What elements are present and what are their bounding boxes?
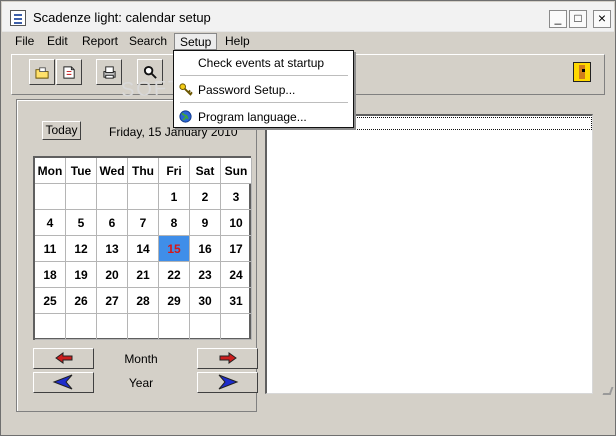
calendar-day[interactable]: 10 xyxy=(221,210,252,236)
calendar-empty-cell xyxy=(159,314,190,340)
calendar-day[interactable]: 14 xyxy=(128,236,159,262)
export-button[interactable] xyxy=(56,59,82,85)
calendar-day[interactable]: 8 xyxy=(159,210,190,236)
events-pane[interactable] xyxy=(265,114,593,394)
calendar-day[interactable]: 20 xyxy=(97,262,128,288)
weekday-header: Fri xyxy=(159,158,190,184)
next-month-icon xyxy=(219,352,237,364)
calendar-day[interactable]: 6 xyxy=(97,210,128,236)
today-button[interactable]: Today xyxy=(42,121,81,140)
calendar-day[interactable]: 25 xyxy=(35,288,66,314)
previous-month-icon xyxy=(55,352,73,364)
calendar-day[interactable]: 13 xyxy=(97,236,128,262)
next-month-button[interactable] xyxy=(197,348,258,369)
calendar-day[interactable]: 27 xyxy=(97,288,128,314)
calendar-navigation: Month Year xyxy=(33,348,258,397)
weekday-header: Mon xyxy=(35,158,66,184)
calendar-day[interactable]: 23 xyxy=(190,262,221,288)
print-icon xyxy=(103,66,116,79)
password-setup-label: Password Setup... xyxy=(198,83,296,97)
month-label: Month xyxy=(124,352,158,366)
menu-separator xyxy=(180,102,348,103)
weekday-header: Thu xyxy=(128,158,159,184)
setup-dropdown-menu: Check events at startup Password Setup..… xyxy=(173,50,354,128)
calendar-grid: Mon Tue Wed Thu Fri Sat Sun 1 2 3 4 5 6 7 8 9 10 11 12 13 14… xyxy=(33,156,252,340)
menu-report[interactable]: Report xyxy=(77,33,123,50)
calendar-empty-cell xyxy=(97,314,128,340)
globe-icon xyxy=(179,110,192,123)
window-title: Scadenze light: calendar setup xyxy=(33,10,211,25)
calendar-day[interactable]: 19 xyxy=(66,262,97,288)
calendar-day[interactable]: 28 xyxy=(128,288,159,314)
password-setup-item[interactable]: Password Setup... xyxy=(174,78,353,102)
next-year-button[interactable] xyxy=(197,372,258,393)
calendar-empty-cell xyxy=(128,184,159,210)
menu-file[interactable]: File xyxy=(10,33,39,50)
calendar-day[interactable]: 21 xyxy=(128,262,159,288)
previous-year-icon xyxy=(52,374,73,390)
calendar-day[interactable]: 26 xyxy=(66,288,97,314)
resize-grip-icon xyxy=(602,387,614,395)
calendar-day[interactable]: 31 xyxy=(221,288,252,314)
program-language-item[interactable]: Program language... xyxy=(174,105,353,129)
calendar-empty-cell xyxy=(190,314,221,340)
maximize-button[interactable]: □ xyxy=(569,10,587,28)
weekday-header: Sat xyxy=(190,158,221,184)
calendar-day[interactable]: 7 xyxy=(128,210,159,236)
close-button[interactable]: × xyxy=(593,10,611,28)
size-grip[interactable] xyxy=(602,385,616,399)
calendar-day[interactable]: 9 xyxy=(190,210,221,236)
next-year-icon xyxy=(218,374,239,390)
calendar-day[interactable]: 5 xyxy=(66,210,97,236)
key-icon xyxy=(179,83,193,96)
calendar-day[interactable]: 24 xyxy=(221,262,252,288)
calendar-day[interactable]: 3 xyxy=(221,184,252,210)
export-icon xyxy=(63,66,75,79)
calendar-empty-cell xyxy=(66,314,97,340)
menu-help[interactable]: Help xyxy=(220,33,255,50)
minimize-button[interactable]: _ xyxy=(549,10,567,28)
weekday-header: Sun xyxy=(221,158,252,184)
calendar-empty-cell xyxy=(221,314,252,340)
weekday-header: Wed xyxy=(97,158,128,184)
calendar-day[interactable]: 4 xyxy=(35,210,66,236)
calendar-day[interactable]: 18 xyxy=(35,262,66,288)
menu-search[interactable]: Search xyxy=(124,33,172,50)
program-language-label: Program language... xyxy=(198,110,307,124)
calendar-empty-cell xyxy=(35,184,66,210)
check-events-startup-item[interactable]: Check events at startup xyxy=(174,51,353,75)
menu-setup[interactable]: Setup xyxy=(174,33,218,50)
calendar-day[interactable]: 17 xyxy=(221,236,252,262)
print-button[interactable] xyxy=(96,59,122,85)
application-window: Scadenze light: calendar setup _ □ × Fil… xyxy=(0,0,616,436)
calendar-empty-cell xyxy=(66,184,97,210)
year-label: Year xyxy=(128,376,154,390)
calendar-day[interactable]: 2 xyxy=(190,184,221,210)
previous-month-button[interactable] xyxy=(33,348,94,369)
calendar-day[interactable]: 15 xyxy=(159,236,190,262)
menu-bar: File Edit Report Search Setup Help xyxy=(2,32,614,50)
calendar-empty-cell xyxy=(35,314,66,340)
calendar-day[interactable]: 29 xyxy=(159,288,190,314)
calendar-day[interactable]: 12 xyxy=(66,236,97,262)
open-icon xyxy=(35,67,49,79)
calendar-empty-cell xyxy=(97,184,128,210)
calendar-day[interactable]: 1 xyxy=(159,184,190,210)
title-bar: Scadenze light: calendar setup _ □ × xyxy=(2,2,614,32)
app-icon xyxy=(10,10,26,26)
calendar-panel: Today Friday, 15 January 2010 Mon Tue Wed T… xyxy=(16,99,258,412)
menu-separator xyxy=(180,75,348,76)
previous-year-button[interactable] xyxy=(33,372,94,393)
menu-edit[interactable]: Edit xyxy=(42,33,73,50)
exit-icon[interactable] xyxy=(573,62,591,82)
calendar-day[interactable]: 30 xyxy=(190,288,221,314)
calendar-day[interactable]: 22 xyxy=(159,262,190,288)
calendar-day[interactable]: 16 xyxy=(190,236,221,262)
calendar-empty-cell xyxy=(128,314,159,340)
calendar-day[interactable]: 11 xyxy=(35,236,66,262)
weekday-header: Tue xyxy=(66,158,97,184)
open-button[interactable] xyxy=(29,59,55,85)
